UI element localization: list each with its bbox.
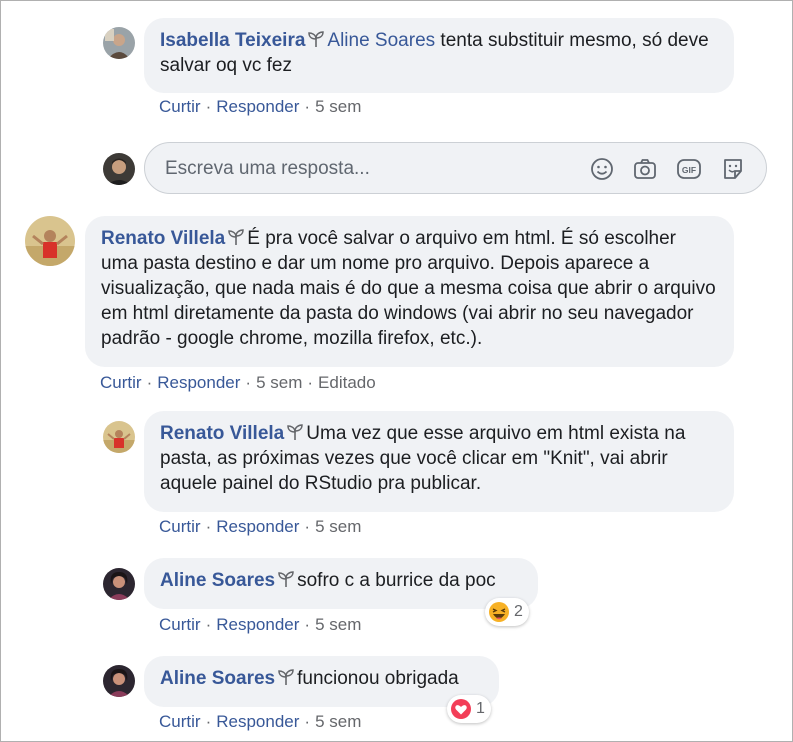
love-heart-icon: [451, 699, 471, 719]
avatar[interactable]: [103, 421, 135, 453]
comment-actions: Curtir · Responder · 5 sem: [159, 517, 362, 536]
new-member-sprout-icon: [278, 571, 294, 587]
reply-button[interactable]: Responder: [216, 712, 299, 731]
avatar[interactable]: [103, 568, 135, 600]
comment-bubble: Aline Soares sofro c a burrice da poc: [144, 558, 538, 609]
sticker-icon[interactable]: [720, 156, 746, 182]
comment-author[interactable]: Isabella Teixeira: [160, 30, 305, 51]
timestamp[interactable]: 5 sem: [315, 712, 361, 731]
like-button[interactable]: Curtir: [159, 97, 201, 116]
avatar[interactable]: [103, 665, 135, 697]
comment-text: funcionou obrigada: [297, 668, 459, 689]
reaction-count: 2: [514, 603, 523, 620]
reaction-summary[interactable]: 1: [447, 695, 491, 723]
comment-bubble: Renato Villela É pra você salvar o arquiv…: [85, 216, 734, 367]
comment-actions: Curtir · Responder · 5 sem: [159, 712, 362, 731]
comment-thread: Isabella Teixeira Aline Soares tenta subs…: [0, 0, 793, 742]
comment-bubble: Renato Villela Uma vez que esse arquivo e…: [144, 411, 734, 512]
timestamp[interactable]: 5 sem: [315, 615, 361, 634]
comment-bubble: Aline Soares funcionou obrigada: [144, 656, 499, 707]
new-member-sprout-icon: [278, 669, 294, 685]
new-member-sprout-icon: [287, 424, 304, 440]
like-button[interactable]: Curtir: [159, 615, 201, 634]
emoji-icon[interactable]: [589, 156, 615, 182]
reply-button[interactable]: Responder: [216, 517, 299, 536]
edited-label[interactable]: Editado: [318, 373, 376, 392]
reply-button[interactable]: Responder: [216, 97, 299, 116]
timestamp[interactable]: 5 sem: [315, 97, 361, 116]
like-button[interactable]: Curtir: [159, 517, 201, 536]
mention-link[interactable]: Aline Soares: [327, 30, 435, 51]
haha-emoji-icon: [489, 602, 509, 622]
new-member-sprout-icon: [228, 229, 245, 245]
comment-author[interactable]: Aline Soares: [160, 570, 275, 591]
comment-text: sofro c a burrice da poc: [297, 570, 496, 591]
reply-input[interactable]: [163, 155, 567, 183]
reaction-summary[interactable]: 2: [485, 598, 529, 626]
svg-text:GIF: GIF: [682, 165, 696, 175]
avatar[interactable]: [25, 216, 75, 266]
comment-actions: Curtir · Responder · 5 sem · Editado: [100, 373, 376, 392]
reply-button[interactable]: Responder: [157, 373, 240, 392]
comment-author[interactable]: Aline Soares: [160, 668, 275, 689]
reaction-count: 1: [476, 700, 485, 717]
camera-icon[interactable]: [632, 156, 658, 182]
comment-author[interactable]: Renato Villela: [160, 423, 284, 444]
comment-bubble: Isabella Teixeira Aline Soares tenta subs…: [144, 18, 734, 93]
comment-author[interactable]: Renato Villela: [101, 228, 225, 249]
like-button[interactable]: Curtir: [100, 373, 142, 392]
comment-actions: Curtir · Responder · 5 sem: [159, 615, 362, 634]
avatar[interactable]: [103, 27, 135, 59]
timestamp[interactable]: 5 sem: [256, 373, 302, 392]
like-button[interactable]: Curtir: [159, 712, 201, 731]
gif-icon[interactable]: GIF: [676, 156, 702, 182]
comment-actions: Curtir · Responder · 5 sem: [159, 97, 362, 116]
reply-composer[interactable]: GIF: [144, 142, 767, 194]
reply-button[interactable]: Responder: [216, 615, 299, 634]
new-member-sprout-icon: [308, 31, 325, 47]
timestamp[interactable]: 5 sem: [315, 517, 361, 536]
current-user-avatar: [103, 153, 135, 185]
